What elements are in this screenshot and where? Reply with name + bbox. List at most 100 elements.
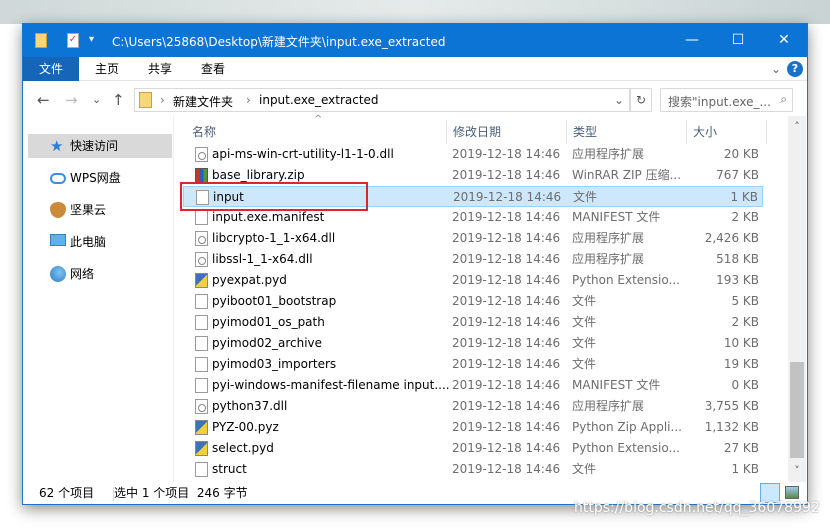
file-type: Python Extensio... [572, 273, 680, 287]
search-input[interactable]: 搜索"input.exe_... ⌕ [660, 88, 793, 112]
file-size: 10 KB [723, 336, 759, 350]
search-placeholder: 搜索"input.exe_... [668, 95, 771, 109]
scroll-down-button[interactable]: ˅ [788, 464, 806, 477]
forward-button[interactable]: → [65, 91, 78, 109]
refresh-button[interactable]: ↻ [630, 88, 652, 112]
file-type: 应用程序扩展 [572, 231, 645, 245]
tab-file[interactable]: 文件 [23, 57, 79, 81]
file-date: 2019-12-18 14:46 [452, 462, 561, 476]
file-type: 应用程序扩展 [572, 399, 645, 413]
file-size: 193 KB [716, 273, 759, 287]
file-row[interactable]: python37.dll 2019-12-18 14:46 应用程序扩展 3,7… [183, 396, 763, 417]
item-count: 62 个项目 [39, 486, 95, 500]
navigation-bar: ← → ⌄ ↑ › 新建文件夹 › input.exe_extracted ⌄ … [23, 86, 807, 116]
file-row[interactable]: struct 2019-12-18 14:46 文件 1 KB [183, 459, 763, 480]
navigation-pane: ★ 快速访问 WPS网盘 坚果云 此电脑 网络 [23, 116, 173, 482]
file-type: 应用程序扩展 [572, 147, 645, 161]
file-name: pyi-windows-manifest-filename input.... [212, 378, 450, 392]
file-type: 应用程序扩展 [572, 252, 645, 266]
file-row[interactable]: pyimod02_archive 2019-12-18 14:46 文件 10 … [183, 333, 763, 354]
column-header-type[interactable]: 类型 [567, 120, 687, 144]
file-type: 文件 [572, 315, 597, 329]
file-row[interactable]: api-ms-win-crt-utility-l1-1-0.dll 2019-1… [183, 144, 763, 165]
tab-home[interactable]: 主页 [83, 57, 131, 81]
computer-icon [50, 234, 66, 246]
column-header-size[interactable]: 大小 [687, 120, 767, 144]
recent-locations-button[interactable]: ⌄ [92, 93, 101, 106]
sidebar-item-jianguoyun[interactable]: 坚果云 [28, 198, 172, 222]
file-type: Python Zip Appli... [572, 420, 682, 434]
file-type: 文件 [572, 294, 597, 308]
back-button[interactable]: ← [37, 91, 50, 109]
help-icon[interactable]: ? [787, 61, 803, 77]
address-dropdown-icon[interactable]: ⌄ [614, 93, 624, 107]
file-type: 文件 [572, 357, 597, 371]
file-type: 文件 [572, 336, 597, 350]
file-file-icon [195, 378, 208, 393]
file-size: 20 KB [723, 147, 759, 161]
network-icon [50, 266, 66, 282]
file-row[interactable]: libcrypto-1_1-x64.dll 2019-12-18 14:46 应… [183, 228, 763, 249]
dll-file-icon [195, 252, 208, 267]
close-button[interactable]: ✕ [761, 24, 807, 57]
file-size: 2 KB [731, 315, 759, 329]
scrollbar-thumb[interactable] [790, 362, 804, 458]
column-header-name[interactable]: 名称 [186, 120, 447, 144]
breadcrumb-current[interactable]: input.exe_extracted [259, 93, 379, 107]
title-bar: ✓ ▾ C:\Users\25868\Desktop\新建文件夹\input.e… [23, 24, 807, 57]
file-name: pyimod03_importers [212, 357, 337, 371]
file-row[interactable]: pyexpat.pyd 2019-12-18 14:46 Python Exte… [183, 270, 763, 291]
ribbon: 文件 主页 共享 查看 ⌄ ? [23, 57, 807, 81]
file-date: 2019-12-18 14:46 [452, 315, 561, 329]
customize-toolbar-icon[interactable]: ▾ [89, 34, 94, 45]
desktop-background [0, 0, 830, 24]
py-file-icon [195, 441, 208, 456]
tab-share[interactable]: 共享 [136, 57, 184, 81]
file-file-icon [195, 336, 208, 351]
breadcrumb-separator: › [246, 93, 251, 107]
file-row[interactable]: pyimod03_importers 2019-12-18 14:46 文件 1… [183, 354, 763, 375]
file-row[interactable]: select.pyd 2019-12-18 14:46 Python Exten… [183, 438, 763, 459]
explorer-window: ✓ ▾ C:\Users\25868\Desktop\新建文件夹\input.e… [22, 23, 808, 505]
sidebar-item-network[interactable]: 网络 [28, 262, 172, 286]
nut-icon [50, 202, 66, 218]
column-header-date[interactable]: 修改日期 [447, 120, 567, 144]
file-size: 767 KB [716, 168, 759, 182]
file-type: Python Extensio... [572, 441, 680, 455]
file-row[interactable]: libssl-1_1-x64.dll 2019-12-18 14:46 应用程序… [183, 249, 763, 270]
file-size: 19 KB [723, 357, 759, 371]
file-date: 2019-12-18 14:46 [452, 399, 561, 413]
vertical-scrollbar[interactable]: ˄ ˅ [788, 116, 806, 482]
file-name: select.pyd [212, 441, 274, 455]
file-file-icon [195, 294, 208, 309]
file-size: 2 KB [731, 210, 759, 224]
window-title: C:\Users\25868\Desktop\新建文件夹\input.exe_e… [112, 35, 446, 49]
up-button[interactable]: ↑ [112, 91, 125, 109]
scroll-up-button[interactable]: ˄ [788, 120, 806, 133]
file-row[interactable]: pyiboot01_bootstrap 2019-12-18 14:46 文件 … [183, 291, 763, 312]
file-size: 0 KB [731, 378, 759, 392]
file-date: 2019-12-18 14:46 [452, 252, 561, 266]
dll-file-icon [195, 147, 208, 162]
breadcrumb-folder[interactable]: 新建文件夹 [173, 93, 233, 110]
file-row[interactable]: pyi-windows-manifest-filename input.... … [183, 375, 763, 396]
maximize-button[interactable]: ☐ [715, 24, 761, 57]
selection-info: 选中 1 个项目 246 字节 [114, 486, 248, 500]
file-row[interactable]: PYZ-00.pyz 2019-12-18 14:46 Python Zip A… [183, 417, 763, 438]
sidebar-item-wps[interactable]: WPS网盘 [28, 166, 172, 190]
file-date: 2019-12-18 14:46 [452, 294, 561, 308]
file-size: 3,755 KB [704, 399, 759, 413]
sidebar-item-quick-access[interactable]: ★ 快速访问 [28, 134, 172, 158]
tab-view[interactable]: 查看 [189, 57, 237, 81]
file-size: 1,132 KB [704, 420, 759, 434]
minimize-button[interactable]: — [669, 24, 715, 57]
file-name: pyiboot01_bootstrap [212, 294, 337, 308]
address-bar[interactable]: › 新建文件夹 › input.exe_extracted ⌄ [134, 88, 630, 112]
file-file-icon [195, 210, 208, 225]
file-file-icon [195, 357, 208, 372]
large-icons-view-icon[interactable] [785, 486, 799, 499]
properties-icon[interactable]: ✓ [67, 33, 79, 48]
sidebar-item-this-pc[interactable]: 此电脑 [28, 230, 172, 254]
file-row[interactable]: pyimod01_os_path 2019-12-18 14:46 文件 2 K… [183, 312, 763, 333]
file-date: 2019-12-18 14:46 [452, 273, 561, 287]
